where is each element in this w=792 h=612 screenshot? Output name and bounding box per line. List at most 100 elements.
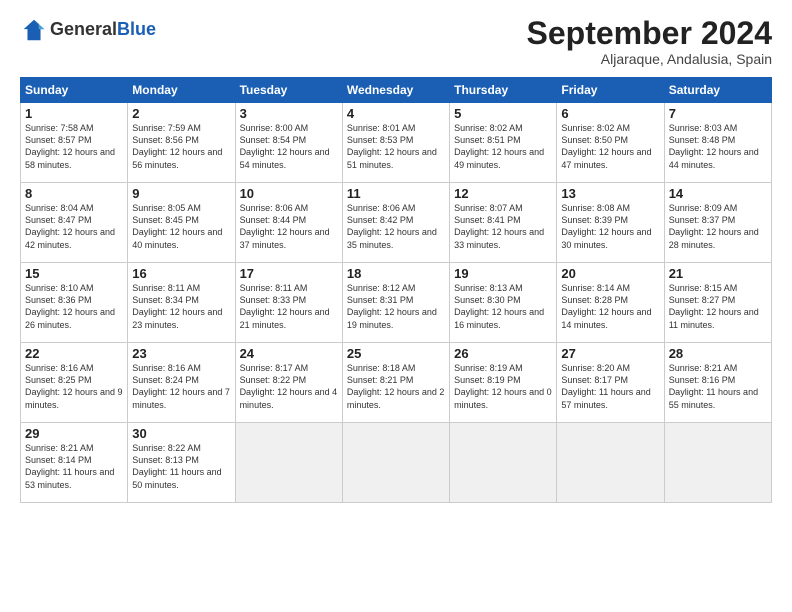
calendar-day: 4Sunrise: 8:01 AM Sunset: 8:53 PM Daylig… xyxy=(342,103,449,183)
day-info: Sunrise: 8:19 AM Sunset: 8:19 PM Dayligh… xyxy=(454,362,552,411)
calendar-day: 8Sunrise: 8:04 AM Sunset: 8:47 PM Daylig… xyxy=(21,183,128,263)
calendar-day xyxy=(235,423,342,503)
calendar-day: 25Sunrise: 8:18 AM Sunset: 8:21 PM Dayli… xyxy=(342,343,449,423)
day-info: Sunrise: 8:08 AM Sunset: 8:39 PM Dayligh… xyxy=(561,202,659,251)
logo-text: GeneralBlue xyxy=(50,20,156,40)
day-number: 10 xyxy=(240,186,338,201)
day-number: 15 xyxy=(25,266,123,281)
day-info: Sunrise: 7:59 AM Sunset: 8:56 PM Dayligh… xyxy=(132,122,230,171)
calendar-table: Sunday Monday Tuesday Wednesday Thursday… xyxy=(20,77,772,503)
calendar-day: 27Sunrise: 8:20 AM Sunset: 8:17 PM Dayli… xyxy=(557,343,664,423)
day-number: 3 xyxy=(240,106,338,121)
logo: GeneralBlue xyxy=(20,16,156,44)
col-monday: Monday xyxy=(128,78,235,103)
day-info: Sunrise: 8:09 AM Sunset: 8:37 PM Dayligh… xyxy=(669,202,767,251)
calendar-day: 13Sunrise: 8:08 AM Sunset: 8:39 PM Dayli… xyxy=(557,183,664,263)
calendar-day xyxy=(342,423,449,503)
day-info: Sunrise: 8:05 AM Sunset: 8:45 PM Dayligh… xyxy=(132,202,230,251)
logo-general: General xyxy=(50,19,117,39)
day-info: Sunrise: 8:02 AM Sunset: 8:51 PM Dayligh… xyxy=(454,122,552,171)
col-saturday: Saturday xyxy=(664,78,771,103)
day-number: 21 xyxy=(669,266,767,281)
day-number: 2 xyxy=(132,106,230,121)
calendar-day: 1Sunrise: 7:58 AM Sunset: 8:57 PM Daylig… xyxy=(21,103,128,183)
day-info: Sunrise: 8:16 AM Sunset: 8:24 PM Dayligh… xyxy=(132,362,230,411)
day-info: Sunrise: 8:06 AM Sunset: 8:44 PM Dayligh… xyxy=(240,202,338,251)
calendar-day: 17Sunrise: 8:11 AM Sunset: 8:33 PM Dayli… xyxy=(235,263,342,343)
day-number: 8 xyxy=(25,186,123,201)
day-number: 16 xyxy=(132,266,230,281)
title-block: September 2024 Aljaraque, Andalusia, Spa… xyxy=(527,16,772,67)
day-number: 4 xyxy=(347,106,445,121)
day-number: 28 xyxy=(669,346,767,361)
calendar-day: 5Sunrise: 8:02 AM Sunset: 8:51 PM Daylig… xyxy=(450,103,557,183)
logo-blue: Blue xyxy=(117,19,156,39)
calendar-day: 24Sunrise: 8:17 AM Sunset: 8:22 PM Dayli… xyxy=(235,343,342,423)
day-info: Sunrise: 8:21 AM Sunset: 8:14 PM Dayligh… xyxy=(25,442,123,491)
day-info: Sunrise: 8:22 AM Sunset: 8:13 PM Dayligh… xyxy=(132,442,230,491)
day-number: 17 xyxy=(240,266,338,281)
calendar-day: 18Sunrise: 8:12 AM Sunset: 8:31 PM Dayli… xyxy=(342,263,449,343)
day-number: 26 xyxy=(454,346,552,361)
day-number: 30 xyxy=(132,426,230,441)
calendar-day xyxy=(557,423,664,503)
calendar-day: 16Sunrise: 8:11 AM Sunset: 8:34 PM Dayli… xyxy=(128,263,235,343)
calendar-day: 20Sunrise: 8:14 AM Sunset: 8:28 PM Dayli… xyxy=(557,263,664,343)
day-number: 7 xyxy=(669,106,767,121)
col-friday: Friday xyxy=(557,78,664,103)
location-subtitle: Aljaraque, Andalusia, Spain xyxy=(527,51,772,67)
calendar-day: 9Sunrise: 8:05 AM Sunset: 8:45 PM Daylig… xyxy=(128,183,235,263)
day-number: 14 xyxy=(669,186,767,201)
calendar-day: 21Sunrise: 8:15 AM Sunset: 8:27 PM Dayli… xyxy=(664,263,771,343)
calendar-day: 29Sunrise: 8:21 AM Sunset: 8:14 PM Dayli… xyxy=(21,423,128,503)
day-number: 11 xyxy=(347,186,445,201)
day-number: 19 xyxy=(454,266,552,281)
col-tuesday: Tuesday xyxy=(235,78,342,103)
day-number: 23 xyxy=(132,346,230,361)
day-info: Sunrise: 7:58 AM Sunset: 8:57 PM Dayligh… xyxy=(25,122,123,171)
calendar-day: 15Sunrise: 8:10 AM Sunset: 8:36 PM Dayli… xyxy=(21,263,128,343)
calendar-day: 30Sunrise: 8:22 AM Sunset: 8:13 PM Dayli… xyxy=(128,423,235,503)
calendar-day: 11Sunrise: 8:06 AM Sunset: 8:42 PM Dayli… xyxy=(342,183,449,263)
day-info: Sunrise: 8:18 AM Sunset: 8:21 PM Dayligh… xyxy=(347,362,445,411)
day-info: Sunrise: 8:15 AM Sunset: 8:27 PM Dayligh… xyxy=(669,282,767,331)
col-sunday: Sunday xyxy=(21,78,128,103)
logo-icon xyxy=(20,16,48,44)
day-info: Sunrise: 8:16 AM Sunset: 8:25 PM Dayligh… xyxy=(25,362,123,411)
day-number: 22 xyxy=(25,346,123,361)
calendar-week-4: 22Sunrise: 8:16 AM Sunset: 8:25 PM Dayli… xyxy=(21,343,772,423)
calendar-day xyxy=(664,423,771,503)
day-info: Sunrise: 8:17 AM Sunset: 8:22 PM Dayligh… xyxy=(240,362,338,411)
day-number: 9 xyxy=(132,186,230,201)
day-info: Sunrise: 8:12 AM Sunset: 8:31 PM Dayligh… xyxy=(347,282,445,331)
calendar-week-3: 15Sunrise: 8:10 AM Sunset: 8:36 PM Dayli… xyxy=(21,263,772,343)
day-info: Sunrise: 8:21 AM Sunset: 8:16 PM Dayligh… xyxy=(669,362,767,411)
day-number: 13 xyxy=(561,186,659,201)
calendar-week-2: 8Sunrise: 8:04 AM Sunset: 8:47 PM Daylig… xyxy=(21,183,772,263)
day-info: Sunrise: 8:13 AM Sunset: 8:30 PM Dayligh… xyxy=(454,282,552,331)
calendar-day: 28Sunrise: 8:21 AM Sunset: 8:16 PM Dayli… xyxy=(664,343,771,423)
calendar-week-1: 1Sunrise: 7:58 AM Sunset: 8:57 PM Daylig… xyxy=(21,103,772,183)
col-thursday: Thursday xyxy=(450,78,557,103)
day-info: Sunrise: 8:14 AM Sunset: 8:28 PM Dayligh… xyxy=(561,282,659,331)
day-number: 5 xyxy=(454,106,552,121)
day-info: Sunrise: 8:03 AM Sunset: 8:48 PM Dayligh… xyxy=(669,122,767,171)
calendar-day: 6Sunrise: 8:02 AM Sunset: 8:50 PM Daylig… xyxy=(557,103,664,183)
day-info: Sunrise: 8:07 AM Sunset: 8:41 PM Dayligh… xyxy=(454,202,552,251)
calendar-day: 22Sunrise: 8:16 AM Sunset: 8:25 PM Dayli… xyxy=(21,343,128,423)
day-number: 6 xyxy=(561,106,659,121)
col-wednesday: Wednesday xyxy=(342,78,449,103)
day-number: 20 xyxy=(561,266,659,281)
day-number: 25 xyxy=(347,346,445,361)
calendar-day: 2Sunrise: 7:59 AM Sunset: 8:56 PM Daylig… xyxy=(128,103,235,183)
day-info: Sunrise: 8:10 AM Sunset: 8:36 PM Dayligh… xyxy=(25,282,123,331)
header-row: Sunday Monday Tuesday Wednesday Thursday… xyxy=(21,78,772,103)
calendar-body: 1Sunrise: 7:58 AM Sunset: 8:57 PM Daylig… xyxy=(21,103,772,503)
day-info: Sunrise: 8:01 AM Sunset: 8:53 PM Dayligh… xyxy=(347,122,445,171)
day-number: 24 xyxy=(240,346,338,361)
month-title: September 2024 xyxy=(527,16,772,51)
calendar-day: 19Sunrise: 8:13 AM Sunset: 8:30 PM Dayli… xyxy=(450,263,557,343)
calendar-day: 14Sunrise: 8:09 AM Sunset: 8:37 PM Dayli… xyxy=(664,183,771,263)
calendar-day: 3Sunrise: 8:00 AM Sunset: 8:54 PM Daylig… xyxy=(235,103,342,183)
calendar-day xyxy=(450,423,557,503)
